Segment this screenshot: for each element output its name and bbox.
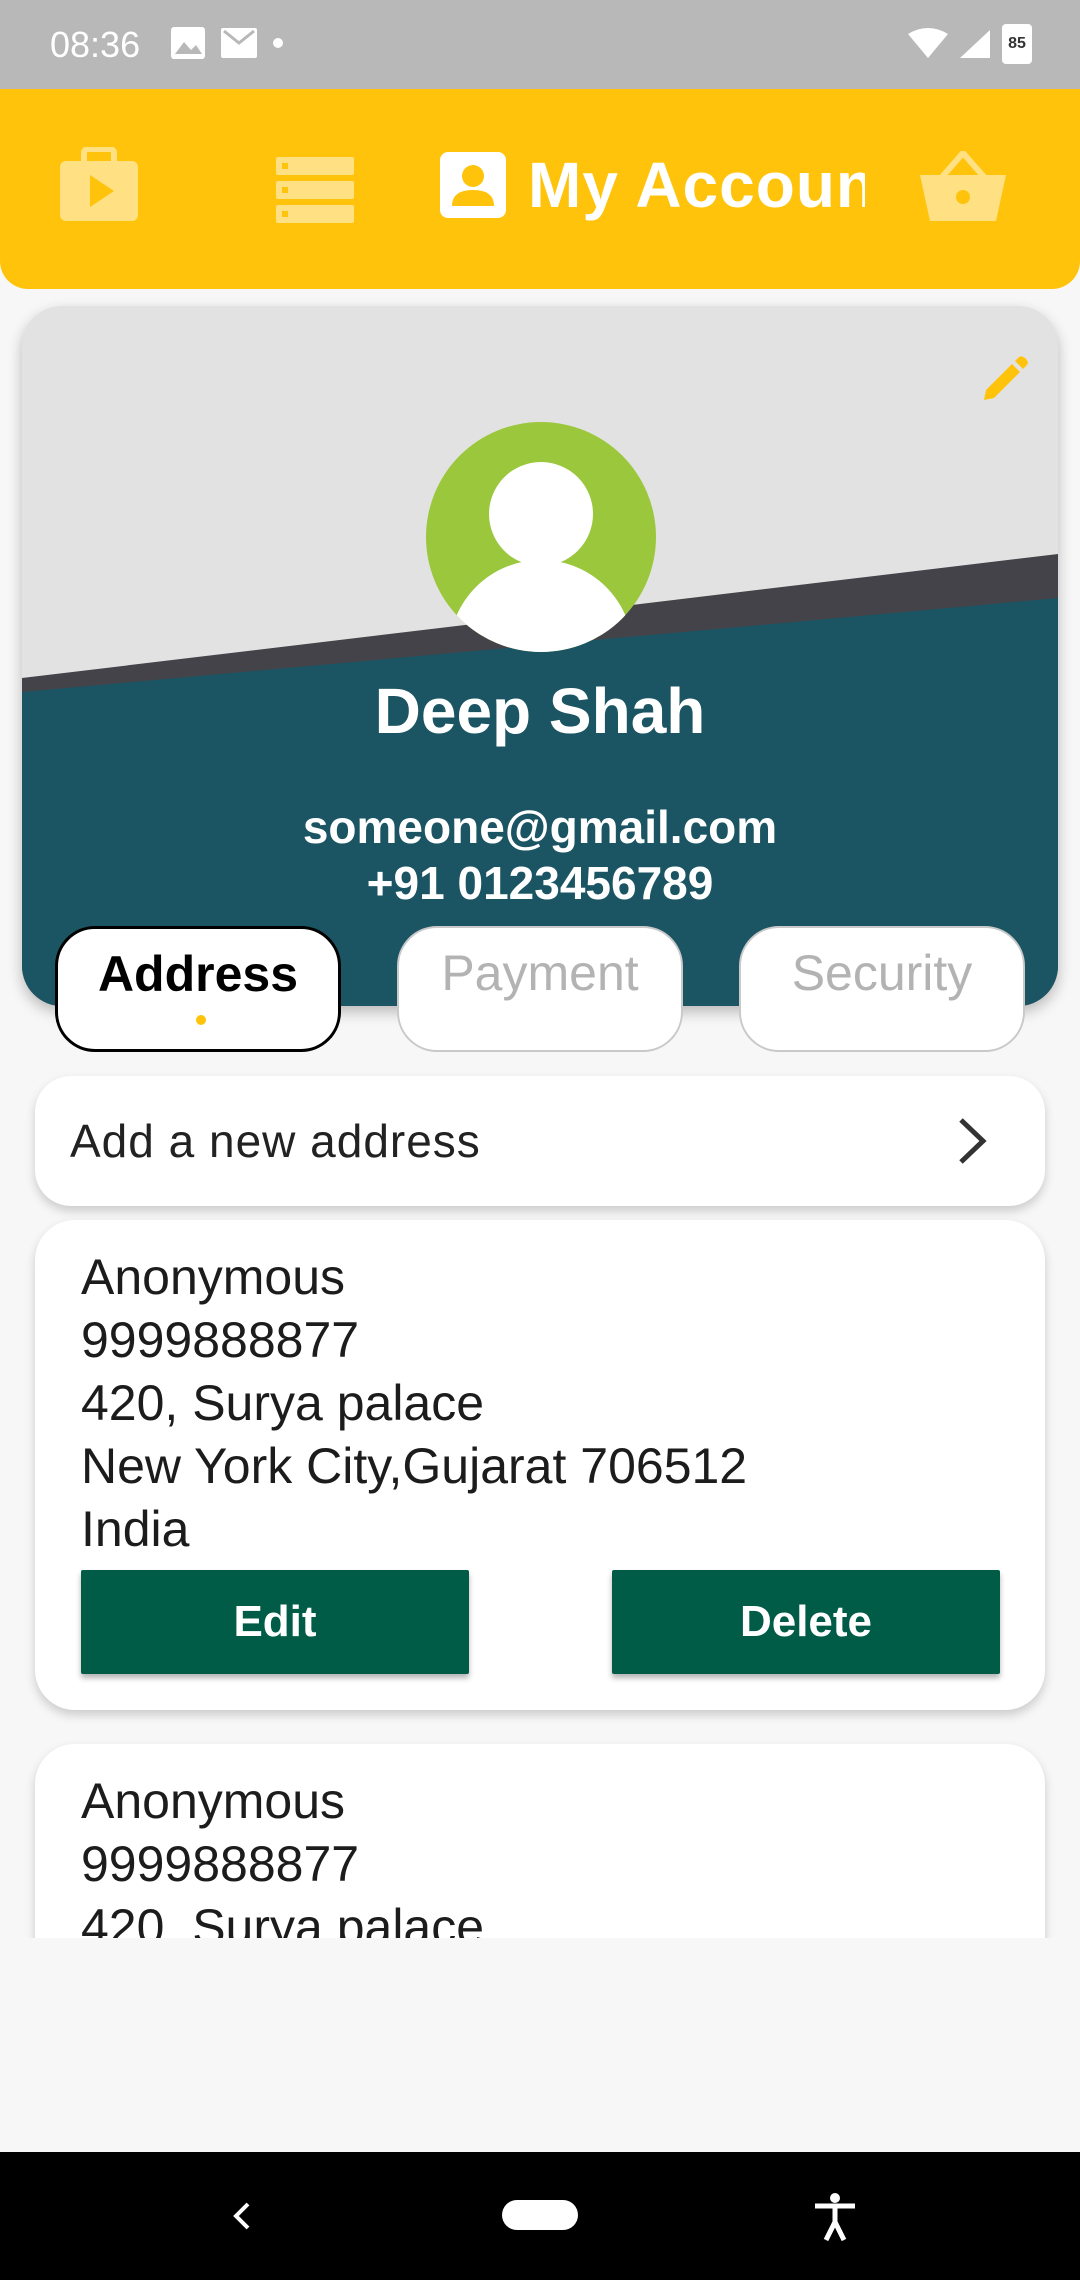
edit-address-button[interactable]: Edit <box>81 1570 469 1674</box>
chevron-right-icon <box>959 1118 987 1164</box>
app-title: My Account <box>528 149 865 221</box>
tab-security[interactable]: Security <box>739 926 1025 1052</box>
shop-bag-icon[interactable] <box>58 147 140 223</box>
address-phone: 9999888877 <box>81 1312 360 1368</box>
profile-name: Deep Shah <box>374 675 706 747</box>
address-card: Anonymous 9999888877 420, Surya palace <box>35 1744 1045 1938</box>
account-icon <box>440 152 506 218</box>
home-button[interactable] <box>502 2200 578 2230</box>
tab-address[interactable]: Address <box>55 926 341 1052</box>
address-street: 420, Surya palace <box>81 1899 485 1938</box>
tab-payment[interactable]: Payment <box>397 926 683 1052</box>
address-country: India <box>81 1501 190 1557</box>
image-notification-icon <box>171 27 205 59</box>
system-icons: 85 <box>908 24 1032 64</box>
status-time: 08:36 <box>50 24 141 65</box>
address-list: Anonymous 9999888877 420, Surya palace N… <box>0 1210 1080 1938</box>
address-phone: 9999888877 <box>81 1836 360 1892</box>
tab-security-label: Security <box>791 945 973 1001</box>
address-city: New York City,Gujarat 706512 <box>81 1438 748 1494</box>
address-name: Anonymous <box>81 1249 346 1305</box>
mail-notification-icon <box>221 28 257 58</box>
active-indicator <box>196 1015 206 1025</box>
dot-icon <box>273 38 283 48</box>
list-icon[interactable] <box>276 157 354 223</box>
back-icon[interactable] <box>230 2200 254 2232</box>
basket-icon[interactable] <box>920 151 1006 221</box>
edit-pencil-icon[interactable] <box>980 354 1030 404</box>
tab-address-label: Address <box>97 946 299 1002</box>
status-bar: 08:36 85 <box>0 0 1080 89</box>
avatar <box>426 422 656 652</box>
add-address-label: Add a new address <box>70 1115 481 1167</box>
address-name: Anonymous <box>81 1773 346 1829</box>
delete-address-button[interactable]: Delete <box>612 1570 1000 1674</box>
battery-icon: 85 <box>1002 24 1032 64</box>
signal-icon <box>960 30 990 58</box>
address-card: Anonymous 9999888877 420, Surya palace N… <box>35 1220 1045 1710</box>
accessibility-icon[interactable] <box>812 2192 858 2242</box>
app-title-group: My Account <box>440 145 865 225</box>
system-nav-bar <box>0 2152 1080 2280</box>
wifi-icon <box>908 28 948 58</box>
profile-phone: +91 0123456789 <box>366 857 714 909</box>
profile-email: someone@gmail.com <box>302 801 778 853</box>
add-address-button[interactable]: Add a new address <box>35 1076 1045 1206</box>
notification-icons <box>170 26 284 60</box>
tab-payment-label: Payment <box>441 945 639 1001</box>
address-street: 420, Surya palace <box>81 1375 485 1431</box>
profile-card: Deep Shah someone@gmail.com +91 01234567… <box>22 306 1058 1006</box>
app-bar: My Account <box>0 89 1080 289</box>
